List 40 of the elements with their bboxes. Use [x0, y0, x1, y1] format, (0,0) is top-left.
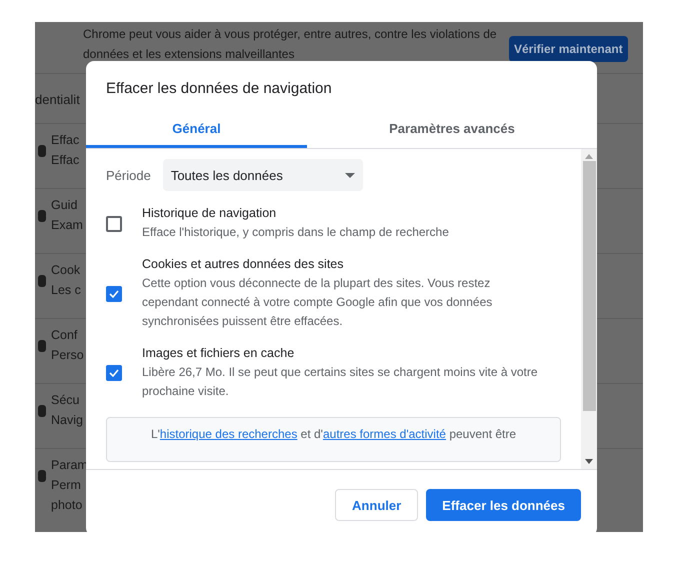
- cancel-button[interactable]: Annuler: [335, 489, 418, 521]
- checkbox[interactable]: [106, 365, 122, 381]
- item-subtitle: photo: [51, 497, 84, 513]
- notice-text: Chrome peut vous aider à vous protéger, entre autres, contre les violations de: [83, 26, 497, 43]
- option-title: Images et fichiers en cache: [142, 345, 296, 361]
- item-title: Conf: [51, 327, 78, 343]
- item-title: Sécu: [51, 392, 80, 408]
- option-description: Cette option vous déconnecte de la plupart des sites. Vous restez cependant connecté à votre compte Google afin que vos données synchronisées puissent être effacées.: [142, 275, 494, 330]
- check-now-button[interactable]: Vérifier maintenant: [509, 36, 628, 62]
- text-link[interactable]: historique des recherches: [160, 427, 298, 441]
- section-heading: dentialit: [35, 92, 81, 107]
- clear-data-button[interactable]: Effacer les données: [426, 489, 581, 521]
- tab[interactable]: Général: [86, 113, 307, 148]
- period-label: Période: [106, 168, 151, 182]
- item-title: Cook: [51, 262, 81, 278]
- notice-text: données et les extensions malveillantes: [83, 46, 294, 63]
- item-subtitle: Perso: [51, 347, 84, 363]
- option-title: Cookies et autres données des sites: [142, 256, 345, 272]
- scrollbar[interactable]: [581, 149, 597, 469]
- item-subtitle: Navig: [51, 412, 83, 428]
- option-description: Efface l'historique, y compris dans le champ de recherche: [142, 224, 449, 241]
- period-select[interactable]: Toutes les données: [162, 159, 363, 191]
- tab[interactable]: Paramètres avancés: [307, 113, 597, 148]
- info-text: L'historique des recherches et d'autres formes d'activité peuvent être: [150, 427, 516, 441]
- option-description: Libère 26,7 Mo. Il se peut que certains sites se chargent moins vite à votre prochaine visite.: [142, 364, 539, 400]
- dialog-title: Effacer les données de navigation: [105, 79, 333, 97]
- scroll-down-icon[interactable]: [585, 459, 593, 464]
- item-subtitle: Effac: [51, 152, 80, 168]
- item-title: Guid: [51, 197, 78, 213]
- item-subtitle: Exam: [51, 217, 83, 233]
- text-link[interactable]: autres formes d'activité: [322, 427, 446, 441]
- checkmark-icon: [109, 369, 119, 377]
- item-subtitle: Les c: [51, 282, 81, 298]
- item-subtitle: Perm: [51, 477, 82, 493]
- checkbox[interactable]: [106, 216, 122, 232]
- option-title: Historique de navigation: [142, 205, 278, 221]
- item-title: Effac: [51, 132, 80, 148]
- caret-icon: [344, 172, 355, 178]
- checkmark-icon: [109, 290, 119, 298]
- checkbox[interactable]: [106, 286, 122, 302]
